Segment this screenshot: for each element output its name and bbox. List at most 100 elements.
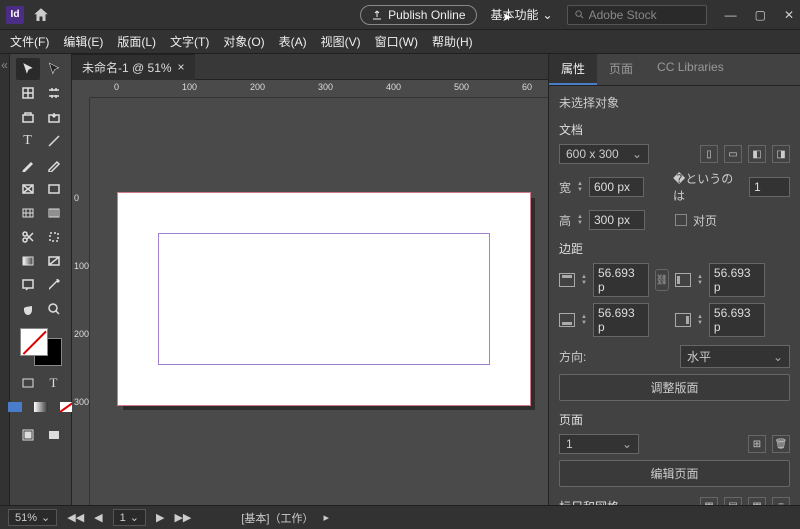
rectangle-frame-tool[interactable] [16, 178, 40, 200]
zoom-select[interactable]: 51% ⌄ [8, 509, 57, 526]
grid-1-icon[interactable]: ▤ [724, 497, 742, 505]
add-page-icon[interactable]: ⊞ [748, 435, 766, 453]
menu-object[interactable]: 对象(O) [223, 33, 264, 50]
grid-2-icon[interactable]: ▦ [748, 497, 766, 505]
eyedropper-tool[interactable] [42, 274, 66, 296]
tab-pages[interactable]: 页面 [597, 54, 645, 85]
margin-bottom-input[interactable]: 56.693 p [593, 303, 649, 337]
frame-grid-tool[interactable] [42, 202, 66, 224]
margin-top-spinner[interactable]: ▲▼ [581, 274, 587, 286]
menu-type[interactable]: 文字(T) [170, 33, 209, 50]
tab-cc-libraries[interactable]: CC Libraries [645, 54, 736, 85]
preset-size-select[interactable]: 600 x 300 ⌄ [559, 144, 649, 164]
pencil-tool[interactable] [42, 154, 66, 176]
apply-color-icon[interactable] [3, 396, 27, 418]
height-spinner[interactable]: ▲▼ [577, 214, 583, 226]
content-placer-tool[interactable] [42, 106, 66, 128]
screen-mode-icon[interactable] [42, 424, 66, 446]
width-spinner[interactable]: ▲▼ [577, 181, 583, 193]
content-collector-tool[interactable] [16, 106, 40, 128]
units-input[interactable]: 1 [749, 177, 790, 197]
search-input[interactable]: Adobe Stock [567, 5, 707, 25]
margin-right-spinner[interactable]: ▲▼ [697, 314, 703, 326]
zoom-value: 51% [15, 512, 37, 524]
apply-gradient-icon[interactable] [29, 396, 53, 418]
scissors-tool[interactable] [16, 226, 40, 248]
format-container-icon[interactable] [16, 372, 40, 394]
zoom-tool[interactable] [42, 298, 66, 320]
menu-window[interactable]: 窗口(W) [375, 33, 418, 50]
document-tab-bar: 未命名-1 @ 51% × [72, 54, 548, 80]
page-nav-select[interactable]: 1 ⌄ [113, 509, 146, 526]
type-tool[interactable]: T [16, 130, 40, 152]
view-mode-icon[interactable] [16, 424, 40, 446]
facing-pages-checkbox[interactable] [675, 214, 687, 226]
preset-size-value: 600 x 300 [566, 147, 619, 161]
next-page-icon[interactable]: ▶ [156, 511, 164, 524]
prev-page-icon[interactable]: ◀ [94, 511, 102, 524]
orientation-select[interactable]: 水平 ⌄ [680, 345, 790, 368]
height-input[interactable]: 300 px [589, 210, 645, 230]
margin-bottom-spinner[interactable]: ▲▼ [581, 314, 587, 326]
menu-edit[interactable]: 编辑(E) [63, 33, 103, 50]
panel-tabs: 属性 页面 CC Libraries [549, 54, 800, 86]
line-tool[interactable] [42, 130, 66, 152]
delete-page-icon[interactable]: 🗑 [772, 435, 790, 453]
menu-help[interactable]: 帮助(H) [432, 33, 473, 50]
menu-table[interactable]: 表(A) [279, 33, 307, 50]
menu-layout[interactable]: 版面(L) [117, 33, 156, 50]
page-select[interactable]: 1 ⌄ [559, 434, 639, 454]
page-tool[interactable] [16, 82, 40, 104]
close-button[interactable]: ✕ [784, 8, 794, 22]
margin-left-spinner[interactable]: ▲▼ [697, 274, 703, 286]
close-tab-icon[interactable]: × [178, 60, 185, 74]
ruler-tick: 300 [318, 82, 333, 92]
gradient-swatch-tool[interactable] [16, 250, 40, 272]
orientation-portrait-icon[interactable]: ▯ [700, 145, 718, 163]
note-tool[interactable] [16, 274, 40, 296]
chevron-right-icon[interactable]: ▸ [324, 511, 330, 524]
publish-label: Publish Online [388, 8, 465, 22]
pages-section-title: 页面 [559, 411, 790, 428]
grid-tool[interactable] [16, 202, 40, 224]
edit-pages-button[interactable]: 编辑页面 [559, 460, 790, 487]
grid-3-icon[interactable]: ≡ [772, 497, 790, 505]
margin-right-input[interactable]: 56.693 p [709, 303, 765, 337]
adjust-layout-button[interactable]: 调整版面 [559, 374, 790, 401]
orientation-landscape-icon[interactable]: ▭ [724, 145, 742, 163]
maximize-button[interactable]: ▢ [755, 8, 766, 22]
color-swatch[interactable] [20, 328, 62, 366]
menu-file[interactable]: 文件(F) [10, 33, 49, 50]
search-placeholder: Adobe Stock [589, 8, 657, 22]
hand-tool[interactable] [16, 298, 40, 320]
direct-selection-tool[interactable] [42, 58, 66, 80]
gap-tool[interactable] [42, 82, 66, 104]
next-spread-icon[interactable]: ▶▶ [174, 511, 191, 524]
workspace-dropdown[interactable]: 基本功能 ⌄ [491, 6, 553, 23]
margin-left-input[interactable]: 56.693 p [709, 263, 765, 297]
page[interactable] [118, 193, 530, 405]
publish-online-button[interactable]: Publish Online [360, 5, 476, 25]
ruler-tick: 400 [386, 82, 401, 92]
gradient-feather-tool[interactable] [42, 250, 66, 272]
chevron-down-icon: ⌄ [130, 511, 139, 524]
width-input[interactable]: 600 px [589, 177, 644, 197]
binding-left-icon[interactable]: ◧ [748, 145, 766, 163]
menu-view[interactable]: 视图(V) [321, 33, 361, 50]
fill-swatch[interactable] [20, 328, 48, 356]
document-tab[interactable]: 未命名-1 @ 51% × [72, 54, 195, 80]
margin-top-input[interactable]: 56.693 p [593, 263, 649, 297]
selection-tool[interactable] [16, 58, 40, 80]
home-icon[interactable] [32, 6, 50, 24]
ruler-icon[interactable]: ▦ [700, 497, 718, 505]
document-stage[interactable] [90, 98, 548, 505]
minimize-button[interactable]: — [725, 8, 737, 22]
rectangle-tool[interactable] [42, 178, 66, 200]
ruler-tick: 500 [454, 82, 469, 92]
free-transform-tool[interactable] [42, 226, 66, 248]
pen-tool[interactable] [16, 154, 40, 176]
tab-properties[interactable]: 属性 [549, 54, 597, 85]
binding-right-icon[interactable]: ◨ [772, 145, 790, 163]
prev-spread-icon[interactable]: ◀◀ [67, 511, 84, 524]
link-margins-icon[interactable]: ⛓ [655, 269, 669, 291]
